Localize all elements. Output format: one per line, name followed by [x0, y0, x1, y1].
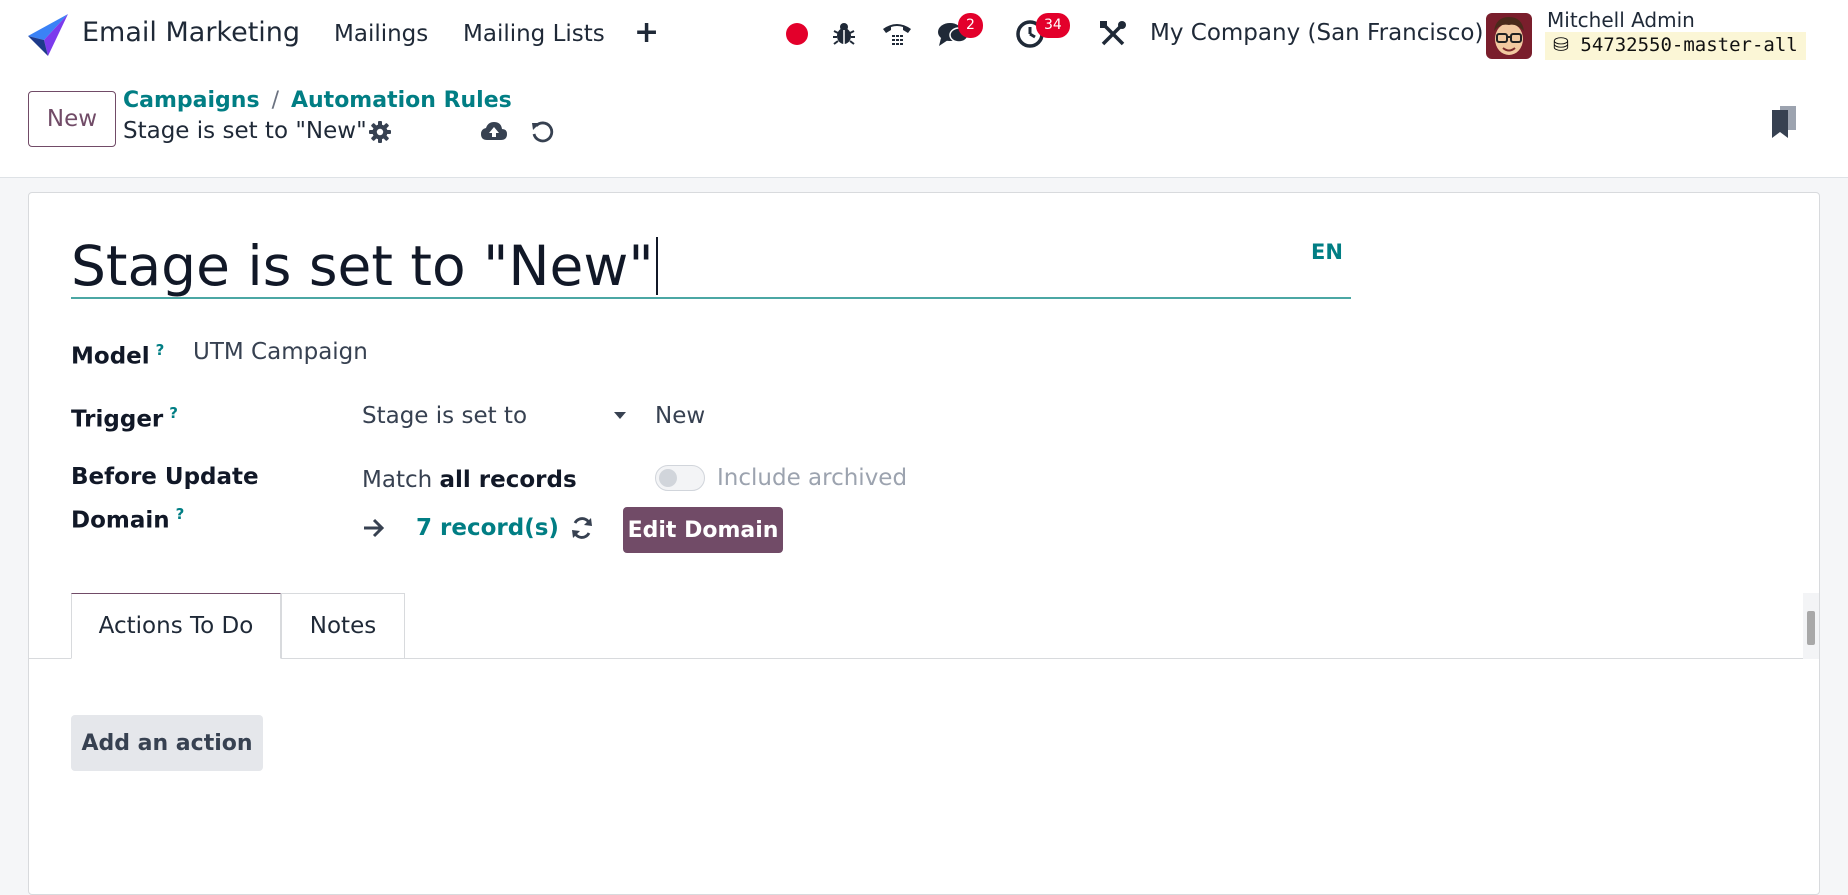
app-name[interactable]: Email Marketing — [82, 17, 300, 48]
record-title: Stage is set to "New" — [123, 118, 367, 144]
user-name[interactable]: Mitchell Admin — [1547, 8, 1695, 32]
include-archived-toggle[interactable] — [655, 465, 705, 491]
tab-actions-to-do[interactable]: Actions To Do — [71, 593, 281, 659]
database-tag: ⛁ 54732550-master-all — [1545, 32, 1806, 60]
chevron-down-icon[interactable] — [614, 412, 626, 419]
include-archived-label: Include archived — [717, 465, 908, 491]
discard-undo-icon[interactable] — [530, 120, 554, 148]
refresh-icon[interactable] — [570, 516, 594, 544]
arrow-right-icon — [362, 516, 386, 544]
top-navbar: Email Marketing Mailings Mailing Lists + — [0, 0, 1848, 70]
rule-name-field[interactable]: Stage is set to "New" — [71, 233, 1351, 299]
breadcrumb: Campaigns / Automation Rules — [123, 88, 512, 113]
model-label: Model? — [71, 341, 165, 370]
edit-domain-button[interactable]: Edit Domain — [623, 507, 783, 553]
database-name: 54732550-master-all — [1580, 34, 1798, 56]
company-switcher[interactable]: My Company (San Francisco) — [1150, 20, 1483, 46]
toggle-knob — [659, 469, 677, 487]
model-help-icon[interactable]: ? — [156, 341, 165, 359]
breadcrumb-campaigns[interactable]: Campaigns — [123, 88, 260, 113]
breadcrumb-separator: / — [271, 88, 279, 113]
control-panel: New Campaigns / Automation Rules Stage is … — [0, 70, 1848, 178]
menu-mailings[interactable]: Mailings — [334, 21, 428, 47]
cloud-upload-icon[interactable] — [480, 120, 508, 148]
domain-help-icon[interactable]: ? — [176, 505, 185, 523]
rule-name-text: Stage is set to "New" — [71, 234, 654, 298]
text-caret — [655, 237, 658, 295]
tools-icon[interactable] — [1096, 17, 1130, 51]
trigger-stage-field[interactable]: New — [655, 403, 705, 429]
new-button[interactable]: New — [28, 91, 116, 147]
trigger-help-icon[interactable]: ? — [169, 404, 178, 422]
scrollbar[interactable] — [1803, 593, 1819, 659]
form-sheet: Stage is set to "New" EN Model? UTM Camp… — [28, 192, 1820, 895]
domain-records-link[interactable]: 7 record(s) — [416, 515, 559, 541]
menu-mailing-lists[interactable]: Mailing Lists — [463, 21, 605, 47]
domain-match-text: Match all records — [362, 467, 577, 493]
bookmark-icon[interactable] — [1772, 106, 1796, 142]
breadcrumb-automation-rules[interactable]: Automation Rules — [291, 88, 512, 113]
messages-badge: 2 — [958, 13, 983, 38]
trigger-label: Trigger? — [71, 404, 178, 433]
phone-icon[interactable] — [880, 17, 914, 51]
add-menu-icon[interactable]: + — [634, 18, 659, 48]
recording-icon[interactable] — [786, 23, 808, 45]
gear-icon[interactable] — [368, 120, 392, 148]
database-icon: ⛁ — [1553, 34, 1569, 56]
before-domain-label: Before Update Domain? — [71, 464, 259, 534]
bug-icon[interactable] — [827, 17, 861, 51]
email-marketing-logo-icon[interactable] — [24, 14, 68, 56]
scrollbar-thumb[interactable] — [1807, 611, 1815, 645]
activities-badge: 34 — [1036, 13, 1070, 38]
tab-notes[interactable]: Notes — [281, 593, 405, 659]
trigger-select[interactable]: Stage is set to — [362, 403, 527, 429]
model-value: UTM Campaign — [193, 339, 368, 365]
rule-name-input[interactable]: Stage is set to "New" — [71, 233, 658, 299]
add-action-button[interactable]: Add an action — [71, 715, 263, 771]
user-avatar[interactable] — [1486, 13, 1532, 59]
language-button[interactable]: EN — [1311, 240, 1343, 264]
